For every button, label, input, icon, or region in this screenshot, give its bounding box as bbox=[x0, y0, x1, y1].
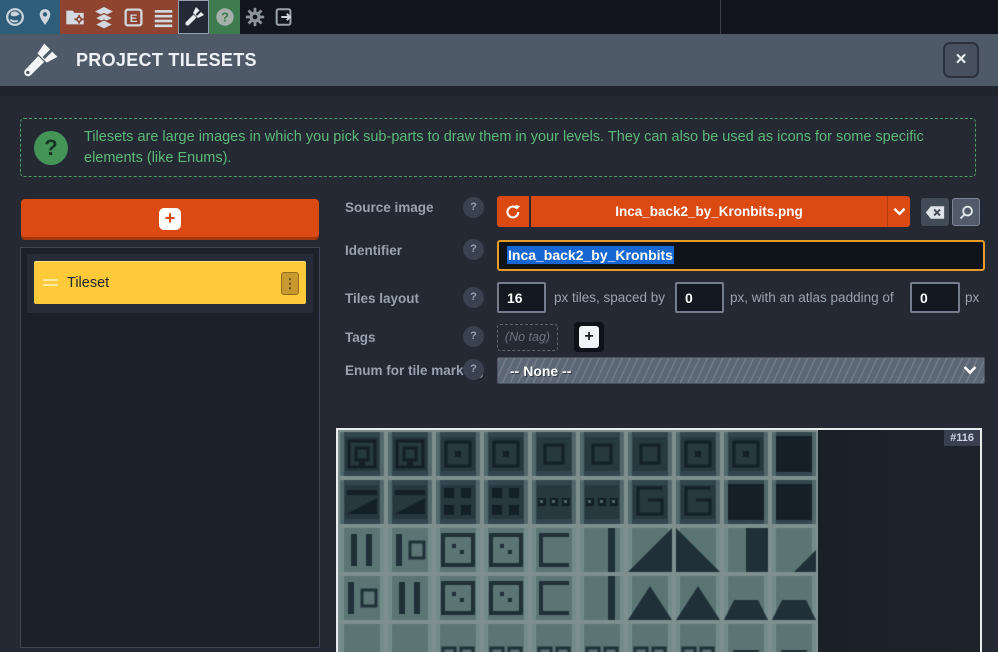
folder-gear-icon[interactable] bbox=[62, 4, 88, 30]
project-tilesets-panel: E ? PROJECT TILESETS × ? Tilesets are bbox=[0, 0, 998, 652]
locate-file-icon[interactable] bbox=[952, 198, 980, 226]
plus-icon: + bbox=[159, 208, 181, 230]
entity-glyph: E bbox=[130, 12, 138, 24]
plus-icon: + bbox=[579, 326, 599, 348]
source-help-bubble[interactable]: ? bbox=[463, 197, 484, 218]
enum-selected-value: -- None -- bbox=[510, 358, 571, 384]
titlebar-shadow bbox=[0, 86, 998, 96]
tileset-list-item-selected[interactable]: Tileset ⋮ bbox=[34, 261, 306, 304]
map-pin-icon[interactable] bbox=[32, 4, 58, 30]
chevron-down-icon bbox=[963, 365, 977, 375]
identifier-selected-text: Inca_back2_by_Kronbits bbox=[507, 246, 674, 264]
tileset-list: Tileset ⋮ bbox=[20, 247, 320, 648]
panel-titlebar: PROJECT TILESETS × bbox=[0, 34, 998, 86]
help-text: Tilesets are large images in which you p… bbox=[84, 127, 972, 169]
page-title: PROJECT TILESETS bbox=[76, 34, 257, 86]
list-icon[interactable] bbox=[150, 4, 176, 30]
tilesets-tool-selected[interactable] bbox=[178, 0, 209, 34]
toolbar-group-world bbox=[0, 0, 60, 34]
close-button[interactable]: × bbox=[943, 42, 979, 78]
chevron-down-icon[interactable] bbox=[887, 196, 910, 227]
item-menu-button[interactable]: ⋮ bbox=[281, 272, 299, 295]
tiles-layout-label: Tiles layout bbox=[345, 291, 419, 306]
tile-spacing-input[interactable] bbox=[675, 282, 724, 313]
tags-empty-placeholder: (No tag) bbox=[497, 324, 558, 351]
question-circle-icon: ? bbox=[34, 131, 68, 165]
source-image-label: Source image bbox=[345, 200, 434, 215]
toolbar-group-project: E bbox=[60, 0, 178, 34]
layers-icon[interactable] bbox=[91, 4, 117, 30]
paintbrush-icon bbox=[20, 41, 60, 81]
source-image-picker[interactable]: Inca_back2_by_Kronbits.png bbox=[497, 196, 910, 227]
add-tileset-button[interactable]: + bbox=[21, 199, 319, 240]
atlas-padding-input[interactable] bbox=[910, 282, 960, 313]
tileset-image[interactable] bbox=[338, 430, 818, 652]
tiles-layout-text-1: px tiles, spaced by bbox=[554, 282, 665, 313]
tiles-layout-help-bubble[interactable]: ? bbox=[463, 287, 484, 308]
tileset-list-row-wrapper: Tileset ⋮ bbox=[27, 254, 313, 313]
settings-gear-icon[interactable] bbox=[241, 0, 269, 34]
source-image-filename: Inca_back2_by_Kronbits.png bbox=[531, 196, 887, 227]
add-tag-button[interactable]: + bbox=[574, 322, 604, 352]
reload-icon[interactable] bbox=[497, 196, 531, 227]
identifier-help-bubble[interactable]: ? bbox=[463, 239, 484, 260]
tags-help-bubble[interactable]: ? bbox=[463, 326, 484, 347]
globe-icon[interactable] bbox=[2, 4, 28, 30]
drag-handle-icon[interactable] bbox=[43, 279, 58, 288]
exit-icon[interactable] bbox=[269, 0, 299, 34]
tile-size-input[interactable] bbox=[497, 282, 546, 313]
enum-select[interactable]: -- None -- bbox=[497, 357, 985, 384]
clear-source-button[interactable] bbox=[921, 198, 949, 226]
toolbar-separator bbox=[720, 0, 721, 34]
tiles-layout-text-2: px, with an atlas padding of bbox=[730, 282, 894, 313]
identifier-label: Identifier bbox=[345, 243, 402, 258]
tiles-layout-text-3: px bbox=[965, 282, 979, 313]
identifier-input[interactable]: Inca_back2_by_Kronbits bbox=[497, 240, 985, 271]
tags-label: Tags bbox=[345, 330, 376, 345]
enum-help-bubble[interactable]: ? bbox=[463, 359, 484, 380]
help-infobox: ? Tilesets are large images in which you… bbox=[20, 118, 976, 177]
help-tool[interactable]: ? bbox=[209, 0, 240, 34]
entity-e-icon[interactable]: E bbox=[121, 4, 147, 30]
tileset-preview: #116 bbox=[336, 428, 982, 652]
tileset-item-label: Tileset bbox=[67, 262, 109, 305]
tile-count-badge: #116 bbox=[944, 430, 980, 446]
top-toolbar: E ? bbox=[0, 0, 998, 34]
help-glyph: ? bbox=[221, 10, 229, 25]
